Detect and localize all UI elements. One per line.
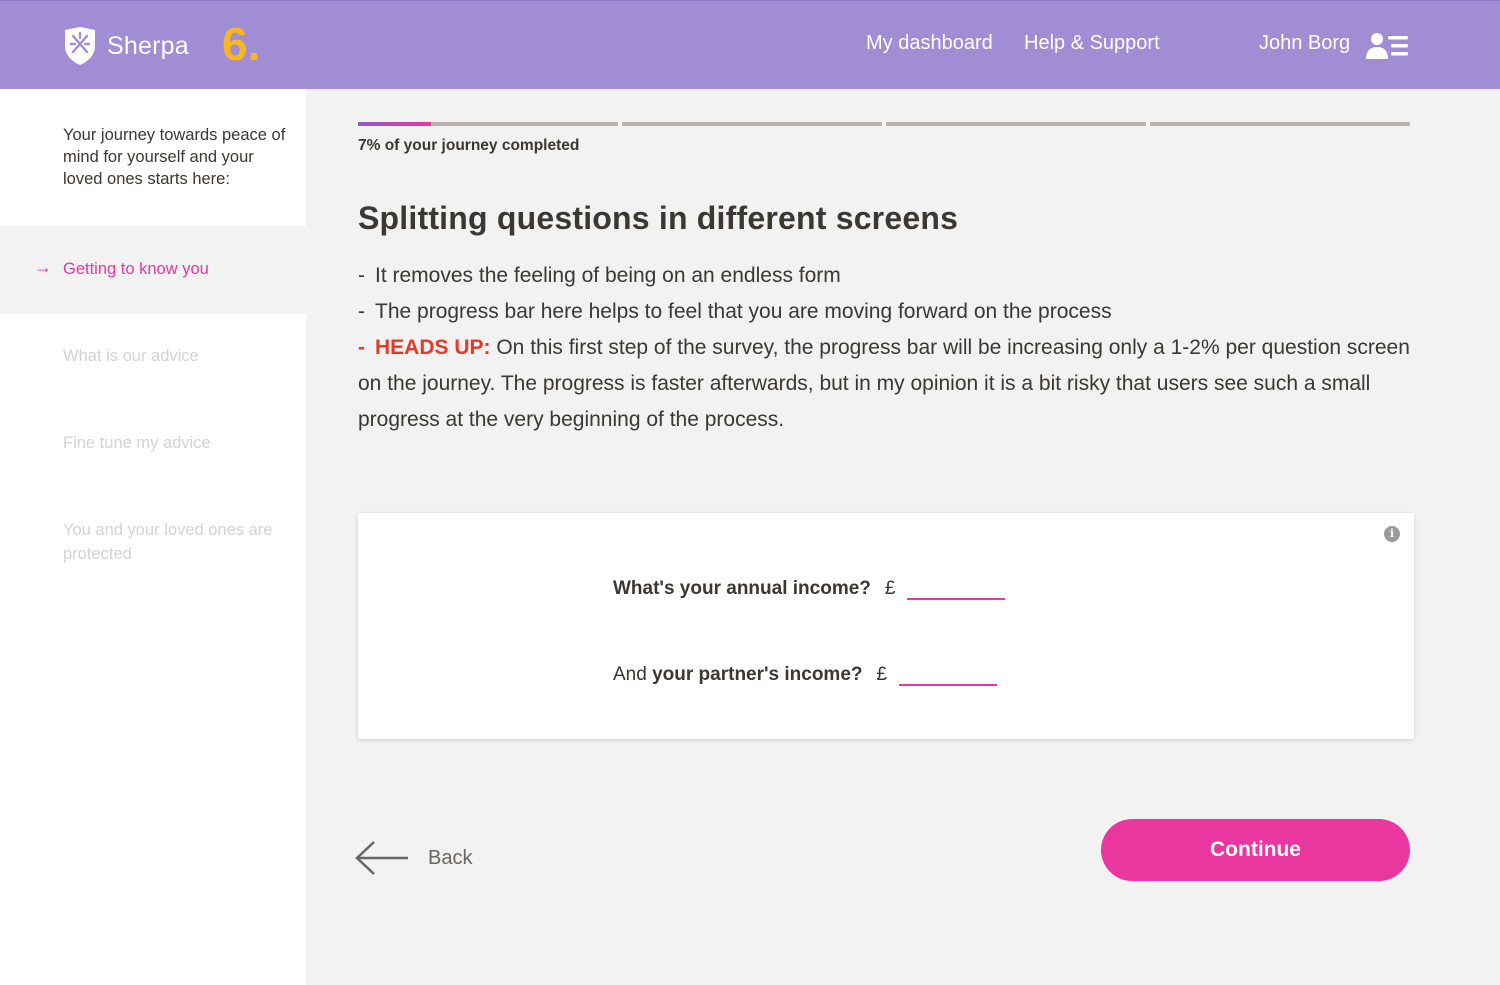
bullet-dash: - — [358, 264, 365, 287]
sidebar-item-getting-to-know-you[interactable]: → Getting to know you — [0, 226, 306, 314]
progress-segment — [886, 122, 1146, 126]
brand-name: Sherpa — [107, 31, 189, 60]
arrow-left-icon — [355, 841, 408, 875]
list-item: - HEADS UP: On this first step of the sur… — [358, 330, 1418, 438]
sidebar-item-label: Getting to know you — [63, 260, 209, 278]
question-prefix: And — [613, 664, 653, 685]
brand-logo[interactable]: Sherpa — [63, 26, 189, 66]
bullet-dash: - — [358, 336, 365, 359]
page-title: Splitting questions in different screens — [358, 200, 959, 236]
income-question-card: i What's your annual income? £ And your … — [358, 513, 1414, 739]
question-label: your partner's income? — [652, 664, 863, 685]
partner-income-question: And your partner's income? £ — [613, 656, 998, 686]
back-button[interactable]: Back — [354, 838, 472, 878]
progress-label: 7% of your journey completed — [358, 137, 580, 154]
journey-sidebar: Your journey towards peace of mind for y… — [0, 89, 306, 985]
step-number: 6. — [222, 18, 261, 70]
nav-help-support[interactable]: Help & Support — [1024, 32, 1160, 55]
notes-list: - It removes the feeling of being on an e… — [358, 258, 1418, 438]
sidebar-item-protected[interactable]: You and your loved ones are protected — [63, 518, 283, 566]
progress-segment — [358, 122, 618, 126]
bullet-dash: - — [358, 300, 365, 323]
shield-logo-icon — [65, 27, 95, 65]
sidebar-intro: Your journey towards peace of mind for y… — [63, 126, 286, 188]
sidebar-item-fine-tune[interactable]: Fine tune my advice — [63, 431, 283, 455]
currency-symbol: £ — [884, 578, 896, 599]
question-label: What's your annual income? — [613, 578, 871, 599]
list-item: - It removes the feeling of being on an e… — [358, 258, 1418, 294]
annual-income-input[interactable] — [907, 570, 1006, 600]
progress-segment — [622, 122, 882, 126]
user-menu-icon[interactable] — [1366, 31, 1410, 61]
nav-my-dashboard[interactable]: My dashboard — [866, 32, 993, 55]
heads-up-text: On this first step of the survey, the pr… — [358, 336, 1410, 431]
top-header: Sherpa 6. My dashboard Help & Support Jo… — [0, 0, 1500, 89]
bullet-text: The progress bar here helps to feel that… — [375, 300, 1112, 323]
info-icon[interactable]: i — [1384, 526, 1400, 542]
list-item: - The progress bar here helps to feel tha… — [358, 294, 1418, 330]
annual-income-question: What's your annual income? £ — [613, 570, 1006, 600]
progress-fill — [358, 122, 431, 126]
progress-segment — [1150, 122, 1410, 126]
partner-income-input[interactable] — [899, 656, 998, 686]
back-label: Back — [428, 846, 473, 869]
journey-progress-bar — [358, 122, 1410, 126]
continue-button[interactable]: Continue — [1101, 819, 1410, 881]
user-name[interactable]: John Borg — [1259, 32, 1350, 55]
currency-symbol: £ — [876, 664, 888, 685]
arrow-right-icon: → — [34, 257, 52, 277]
sidebar-item-our-advice[interactable]: What is our advice — [63, 344, 283, 368]
bullet-text: It removes the feeling of being on an en… — [375, 264, 841, 287]
heads-up-label: HEADS UP: — [375, 336, 491, 359]
